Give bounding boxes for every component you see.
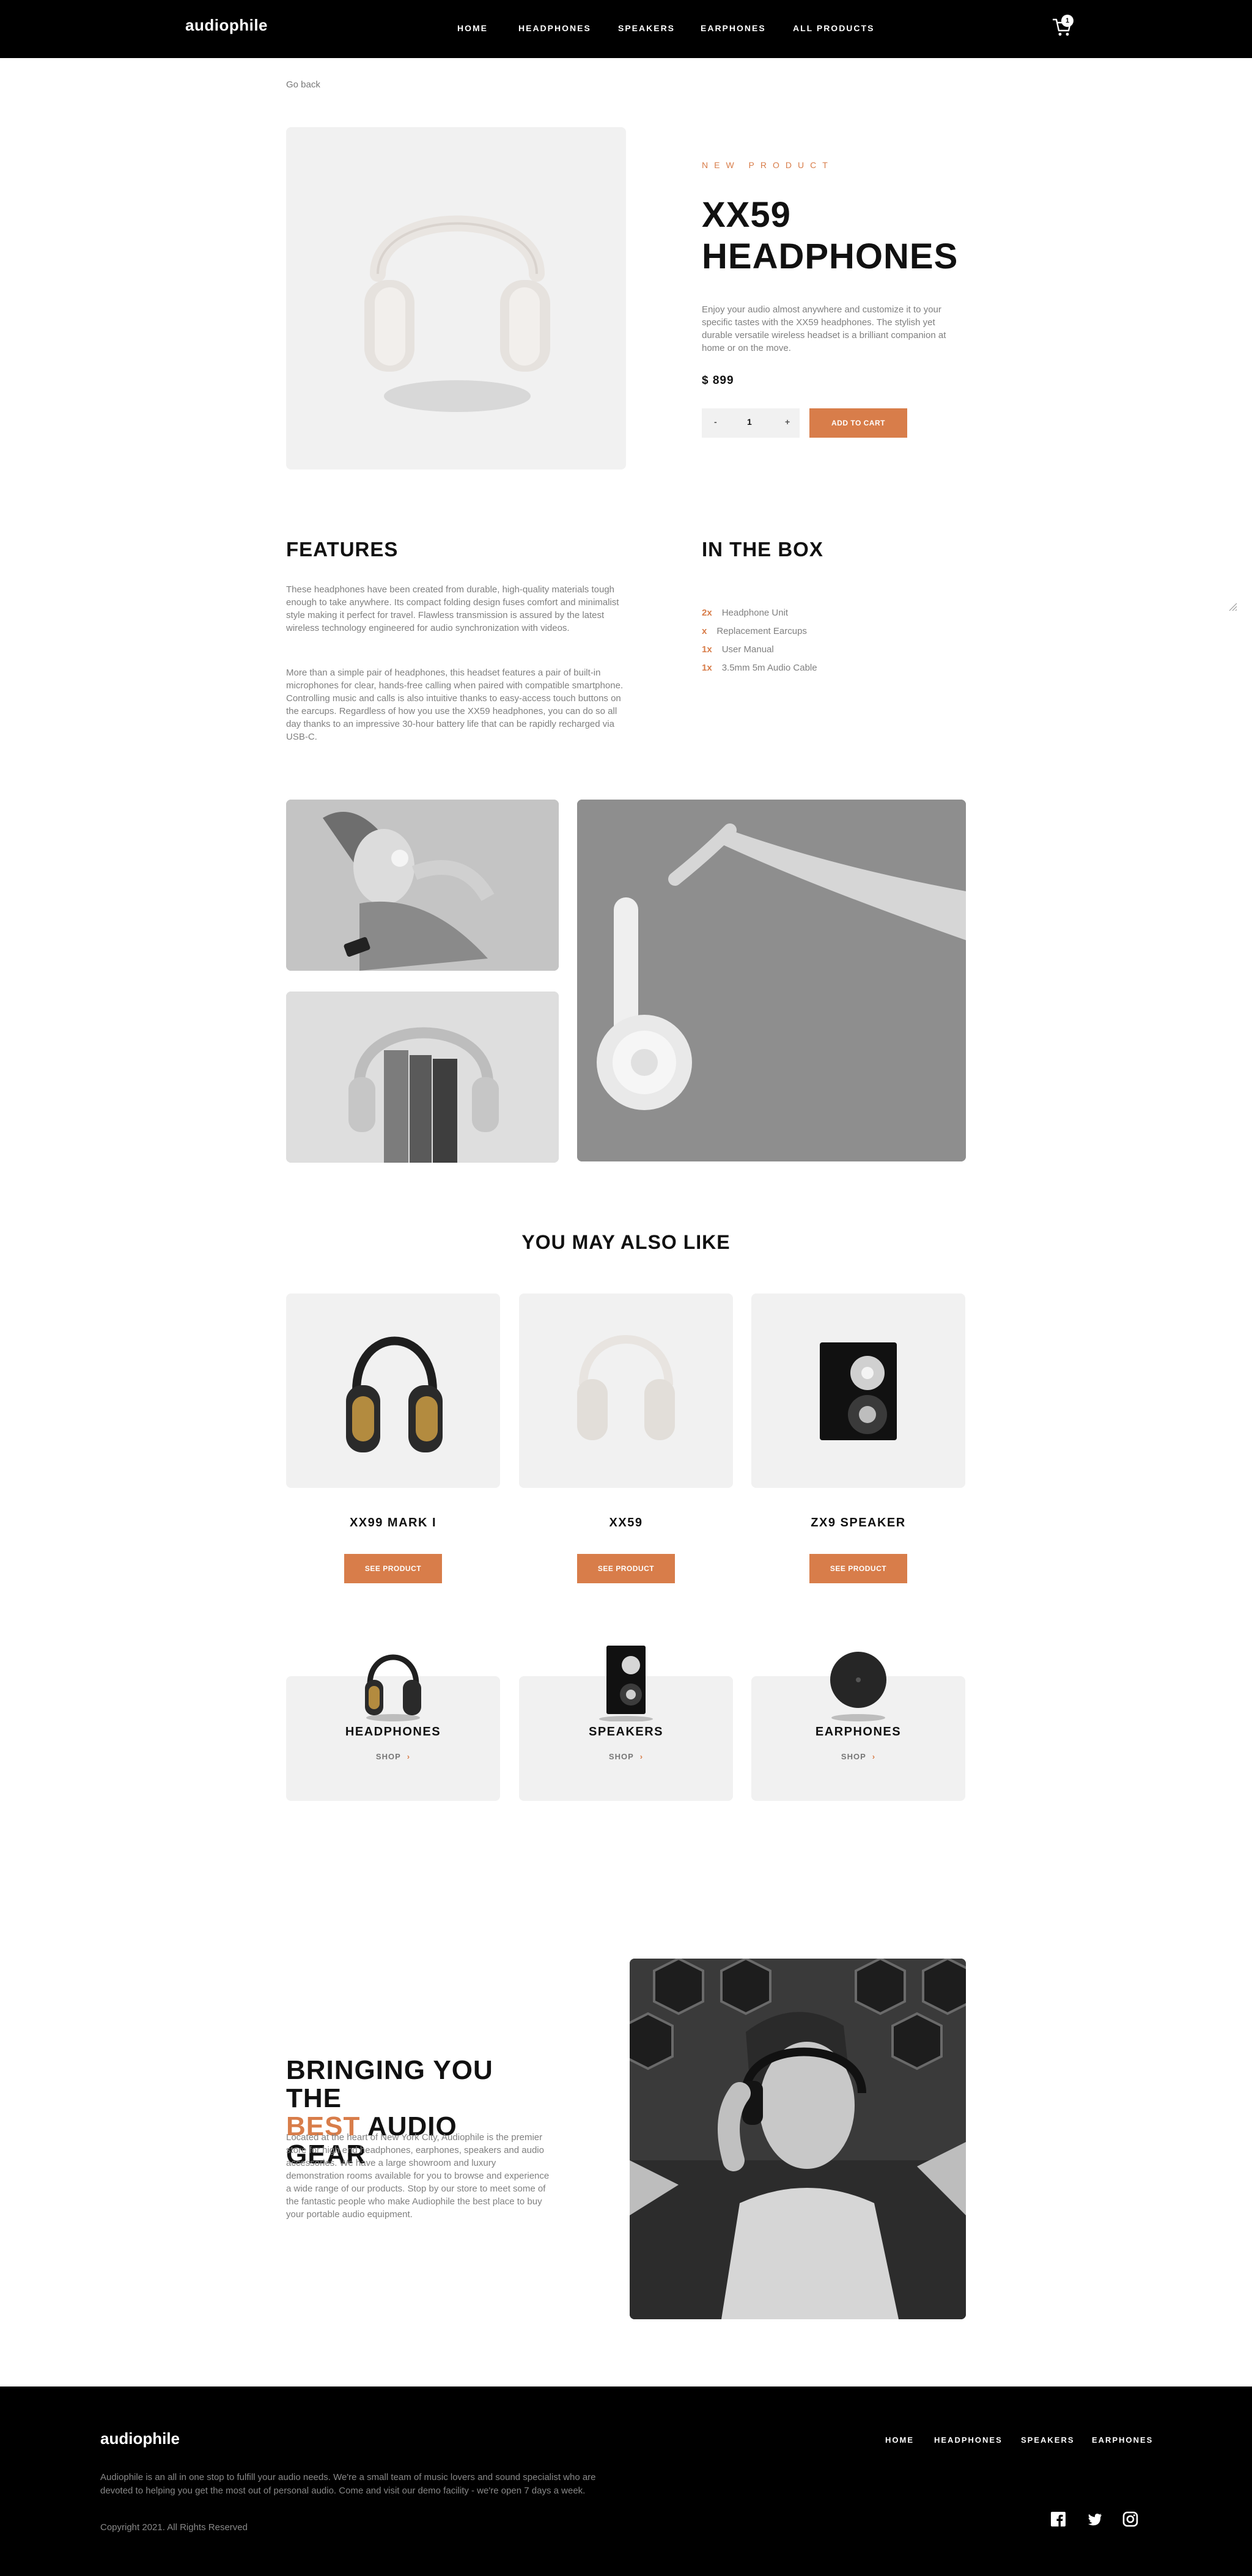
gallery-image-headphones-books (286, 992, 559, 1163)
site-header: audiophile HOME HEADPHONES SPEAKERS EARP… (0, 0, 1252, 58)
footer-nav-speakers[interactable]: SPEAKERS (1021, 2435, 1075, 2445)
nav-home[interactable]: HOME (457, 23, 488, 33)
headphones-thumbnail (365, 1654, 421, 1721)
see-product-button[interactable]: SEE PRODUCT (577, 1554, 675, 1583)
shop-link[interactable]: SHOP › (286, 1752, 500, 1761)
features-paragraph-2: More than a simple pair of headphones, t… (286, 668, 624, 742)
also-like-heading: YOU MAY ALSO LIKE (521, 1231, 731, 1253)
category-name: EARPHONES (815, 1725, 902, 1739)
nav-headphones[interactable]: HEADPHONES (518, 23, 591, 33)
box-item: 2x Headphone Unit (702, 608, 789, 618)
new-product-label: NEW PRODUCT (702, 160, 834, 170)
product-price: $ 899 (702, 374, 734, 387)
category-name: HEADPHONES (345, 1725, 441, 1739)
earphones-thumbnail (830, 1652, 886, 1721)
in-the-box-heading: IN THE BOX (702, 538, 823, 561)
add-to-cart-button[interactable]: ADD TO CART (809, 408, 907, 438)
about-body: Located at the heart of New York City, A… (286, 2132, 550, 2220)
gallery-image-woman-listening (286, 800, 559, 971)
shop-link[interactable]: SHOP › (751, 1752, 965, 1761)
product-card-name: XX59 (609, 1516, 643, 1529)
chevron-right-icon: › (872, 1752, 876, 1761)
twitter-icon[interactable] (1087, 2511, 1103, 2527)
product-card-image (519, 1294, 733, 1488)
product-card-name: ZX9 SPEAKER (811, 1516, 906, 1529)
footer-nav-home[interactable]: HOME (885, 2435, 914, 2445)
increment-button[interactable]: + (785, 417, 790, 427)
product-description: Enjoy your audio almost anywhere and cus… (702, 304, 946, 353)
chevron-right-icon: › (407, 1752, 411, 1761)
cart-count-badge: 1 (1061, 15, 1073, 27)
gallery-image-hand-holding-headphones (577, 800, 966, 1161)
see-product-button[interactable]: SEE PRODUCT (344, 1554, 442, 1583)
nav-speakers[interactable]: SPEAKERS (618, 23, 675, 33)
see-product-button[interactable]: SEE PRODUCT (809, 1554, 907, 1583)
box-item: x Replacement Earcups (702, 626, 807, 636)
footer-description: Audiophile is an all in one stop to fulf… (100, 2472, 596, 2496)
speaker-thumbnail (599, 1646, 653, 1721)
shop-link[interactable]: SHOP › (519, 1752, 733, 1761)
quantity-stepper: - 1 + (702, 408, 800, 438)
chevron-right-icon: › (639, 1752, 644, 1761)
features-paragraph-1: These headphones have been created from … (286, 584, 619, 633)
footer-nav-earphones[interactable]: EARPHONES (1092, 2435, 1153, 2445)
product-title: XX59 HEADPHONES (702, 195, 959, 276)
facebook-icon[interactable] (1050, 2511, 1066, 2527)
box-item: 1x User Manual (702, 644, 774, 655)
box-item: 1x 3.5mm 5m Audio Cable (702, 663, 817, 673)
category-name: SPEAKERS (588, 1725, 664, 1739)
resize-handle-icon[interactable] (1229, 603, 1237, 611)
footer-copyright: Copyright 2021. All Rights Reserved (100, 2522, 248, 2533)
decrement-button[interactable]: - (714, 417, 717, 427)
about-image-man-with-headphones (630, 1959, 966, 2319)
footer-logo[interactable]: audiophile (100, 2429, 180, 2448)
go-back-link[interactable]: Go back (286, 79, 320, 90)
nav-all-products[interactable]: ALL PRODUCTS (793, 23, 874, 33)
footer-nav-headphones[interactable]: HEADPHONES (934, 2435, 1003, 2445)
nav-earphones[interactable]: EARPHONES (701, 23, 766, 33)
product-image (286, 127, 626, 469)
product-card-image (751, 1294, 965, 1488)
quantity-value: 1 (747, 417, 752, 427)
product-card-name: XX99 MARK I (349, 1516, 437, 1529)
product-card-image (286, 1294, 500, 1488)
instagram-icon[interactable] (1122, 2511, 1138, 2527)
features-heading: FEATURES (286, 538, 399, 561)
